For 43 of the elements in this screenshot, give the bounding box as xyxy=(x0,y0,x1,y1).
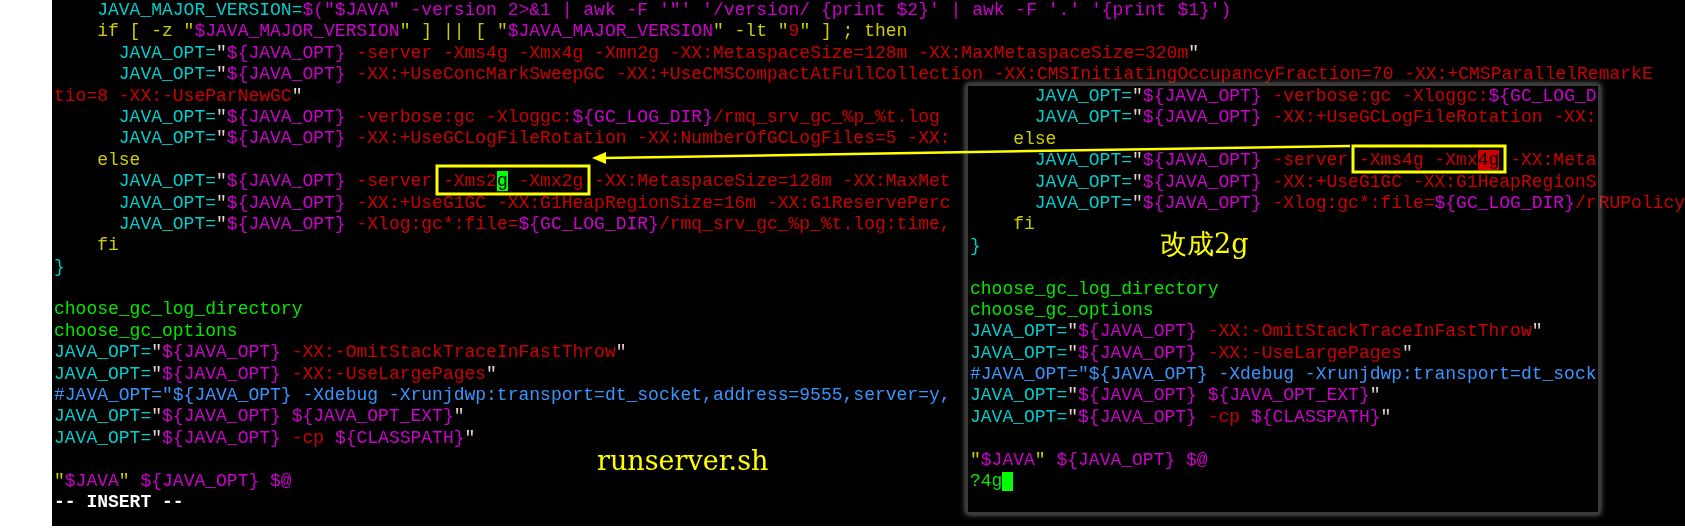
code-line: choose_gc_options xyxy=(54,320,238,343)
code-line: JAVA_OPT="${JAVA_OPT} -server -Xms4g -Xmx4g -XX:Meta xyxy=(1033,150,1597,172)
code-line: JAVA_OPT="${JAVA_OPT} ${JAVA_OPT_EXT}" xyxy=(54,406,465,428)
code-line: #JAVA_OPT="${JAVA_OPT} -Xdebug -Xrunjdwp:transport=dt_socket,address=9555,server=y, xyxy=(54,385,951,407)
code-line: JAVA_OPT="${JAVA_OPT} -XX:+UseG1GC -XX:G1HeapRegionSize=16m -XX:G1ReservePerc xyxy=(117,192,951,214)
command-line: ?4g xyxy=(970,471,1003,493)
annotation-label: runserver.sh xyxy=(597,446,769,476)
code-line: JAVA_OPT="${JAVA_OPT} -XX:-OmitStackTraceInFastThrow" xyxy=(970,321,1543,343)
code-line: choose_gc_options xyxy=(970,299,1154,322)
code-line: JAVA_OPT="${JAVA_OPT} -XX:+UseG1GC -XX:G1HeapRegionS xyxy=(1033,171,1597,193)
mode-indicator: -- INSERT -- xyxy=(54,492,184,514)
code-line: "$JAVA" ${JAVA_OPT} $@ xyxy=(970,449,1208,472)
code-line: JAVA_OPT="${JAVA_OPT} -server -Xms4g -Xmx4g -Xmn2g -XX:MetaspaceSize=128m -XX:MaxMetaspaceSize=320m" xyxy=(117,42,1200,65)
code-line: choose_gc_log_directory xyxy=(54,299,303,321)
code-line: JAVA_OPT="${JAVA_OPT} -server -Xms2g -Xmx2g -XX:MetaspaceSize=128m -XX:MaxMet xyxy=(117,171,951,193)
code-line: "$JAVA" ${JAVA_OPT} $@ xyxy=(54,470,292,492)
code-line: JAVA_OPT="${JAVA_OPT} -XX:-UseLargePages" xyxy=(970,342,1413,365)
code-line: JAVA_OPT="${JAVA_OPT} -XX:+UseGCLogFileRotation -XX: xyxy=(1033,107,1597,129)
code-line: JAVA_OPT="${JAVA_OPT} -Xlog:gc*:file=${GC_LOG_DIR}/rmq_srv_gc_%p_%t.log:time, xyxy=(117,213,951,236)
code-line: } xyxy=(970,235,981,258)
code-line: JAVA_OPT="${JAVA_OPT} -cp ${CLASSPATH}" xyxy=(970,406,1392,429)
code-line: JAVA_OPT="${JAVA_OPT} -Xlog:gc*:file=${GC_LOG_DIR}/r xyxy=(1033,192,1597,215)
code-line: choose_gc_log_directory xyxy=(970,278,1219,300)
code-line: JAVA_OPT="${JAVA_OPT} -verbose:gc -Xloggc:${GC_LOG_D xyxy=(1033,86,1597,108)
code-line: JAVA_OPT="${JAVA_OPT} -XX:+UseConcMarkSweepGC -XX:+UseCMSCompactAtFullCollection -XX:CMSInitiatingOccupancyFraction=70 -XX:+CMSParallelRemarkE xyxy=(117,64,1653,86)
text-cursor xyxy=(1002,472,1014,492)
code-line: } xyxy=(54,256,65,279)
code-line: RUPolicy xyxy=(1598,192,1685,214)
code-line: JAVA_OPT="${JAVA_OPT} -XX:-OmitStackTraceInFastThrow" xyxy=(54,342,627,364)
code-line: tio=8 -XX:-UseParNewGC" xyxy=(54,85,303,107)
code-line: JAVA_OPT="${JAVA_OPT} -verbose:gc -Xloggc:${GC_LOG_DIR}/rmq_srv_gc_%p_%t.log xyxy=(117,106,940,129)
code-line: JAVA_OPT="${JAVA_OPT} -XX:+UseGCLogFileRotation -XX:NumberOfGCLogFiles=5 -XX: xyxy=(117,128,951,150)
code-line: else xyxy=(96,149,141,172)
code-line: fi xyxy=(96,235,119,257)
code-line: JAVA_OPT="${JAVA_OPT} -XX:-UseLargePages" xyxy=(54,363,497,386)
code-line: if [ -z "$JAVA_MAJOR_VERSION" ] || [ "$JAVA_MAJOR_VERSION" -lt "9" ] ; then xyxy=(96,21,908,43)
code-line: JAVA_OPT="${JAVA_OPT} ${JAVA_OPT_EXT}" xyxy=(970,385,1381,407)
code-line: JAVA_OPT="${JAVA_OPT} -cp ${CLASSPATH}" xyxy=(54,427,476,450)
code-line: #JAVA_OPT="${JAVA_OPT} -Xdebug -Xrunjdwp:transport=dt_sock xyxy=(970,364,1597,386)
code-line: fi xyxy=(1012,214,1035,236)
annotation-label: 改成2g xyxy=(1160,229,1249,259)
code-line: JAVA_MAJOR_VERSION=$("$JAVA" -version 2>&1 | awk -F '"' '/version/ {print $2}' | awk -F '.' '{print $1}') xyxy=(96,0,1232,22)
code-line: else xyxy=(1012,128,1057,151)
